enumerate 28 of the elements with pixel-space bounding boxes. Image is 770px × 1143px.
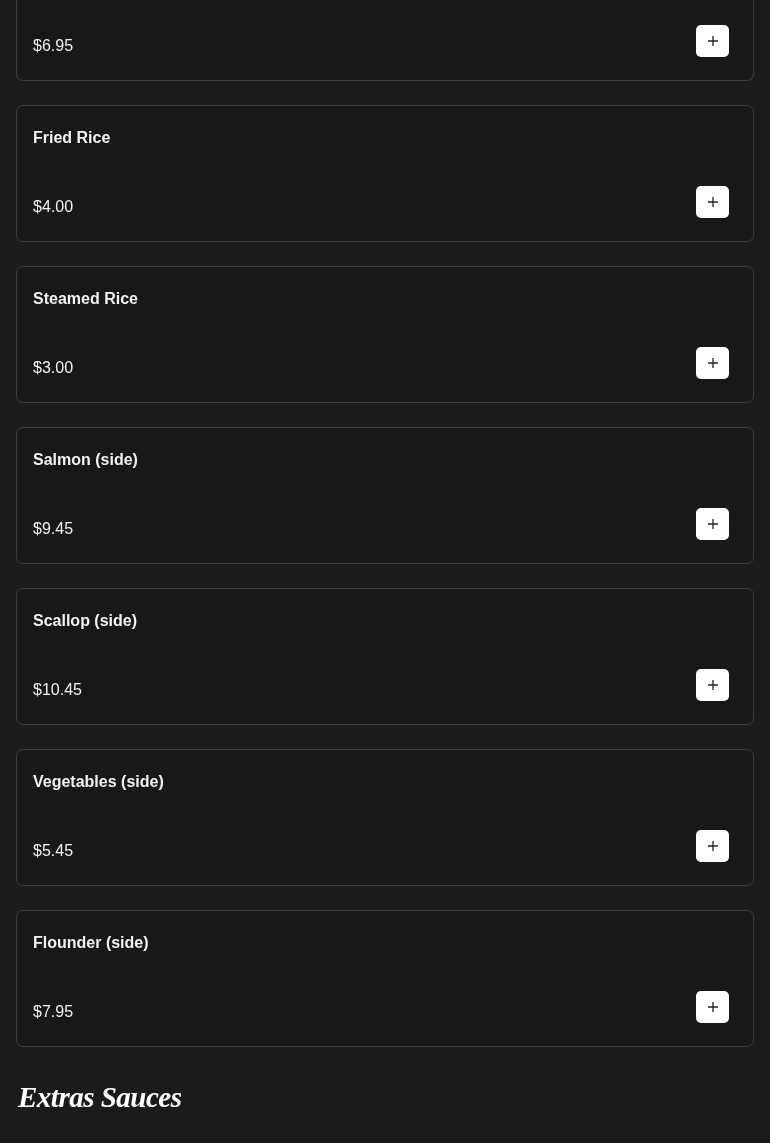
section-heading: Extras Sauces <box>18 1081 182 1114</box>
item-title: Steamed Rice <box>33 289 138 309</box>
add-button[interactable] <box>696 25 729 57</box>
item-price: $9.45 <box>33 519 74 539</box>
item-title: Salmon (side) <box>33 450 138 470</box>
item-price: $3.00 <box>33 358 74 378</box>
add-button[interactable] <box>696 991 729 1023</box>
plus-icon <box>707 358 718 368</box>
item-price: $5.45 <box>33 841 74 861</box>
plus-icon <box>707 680 718 690</box>
plus-icon <box>707 36 718 46</box>
item-price: $10.45 <box>33 680 82 700</box>
add-button[interactable] <box>696 186 729 218</box>
add-button[interactable] <box>696 830 729 862</box>
plus-icon <box>707 1002 718 1012</box>
plus-icon <box>707 841 718 851</box>
add-button[interactable] <box>696 347 729 379</box>
item-title: Flounder (side) <box>33 933 149 953</box>
item-title: Scallop (side) <box>33 611 138 631</box>
item-price: $6.95 <box>33 36 74 56</box>
plus-icon <box>707 197 718 207</box>
item-price: $4.00 <box>33 197 74 217</box>
add-button[interactable] <box>696 508 729 540</box>
item-price: $7.95 <box>33 1002 74 1022</box>
plus-icon <box>707 519 718 529</box>
item-title: Fried Rice <box>33 128 111 148</box>
add-button[interactable] <box>696 669 729 701</box>
item-title: Vegetables (side) <box>33 772 164 792</box>
